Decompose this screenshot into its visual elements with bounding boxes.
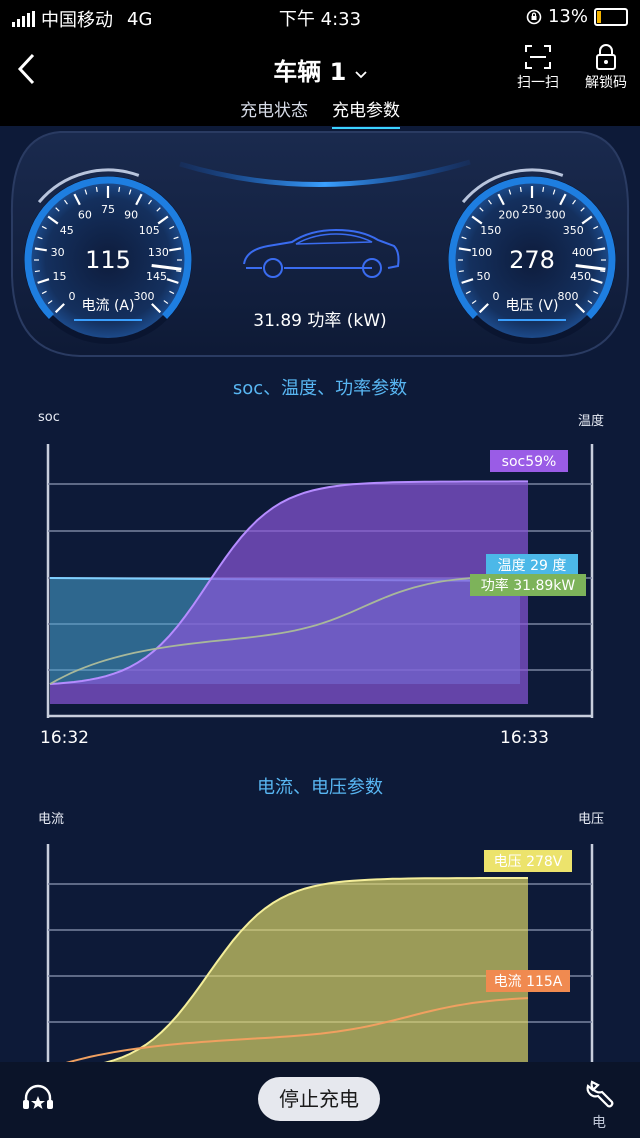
voltage-gauge-tick-label: 150 — [480, 224, 501, 237]
battery-percent: 13% — [547, 6, 588, 27]
current-gauge-tick-label: 300 — [134, 290, 155, 303]
current-gauge-tick — [176, 270, 182, 273]
current-gauge-value: 115 — [85, 246, 131, 274]
unlock-code-button[interactable]: 解锁码 — [576, 42, 636, 92]
chart1-end-time: 16:33 — [500, 728, 549, 748]
dashboard-panel: 0 15 30 45 60 75 90 105 130 145 300 115 电流 (A) 0 50 10… — [0, 126, 640, 366]
power-readout: 31.89 功率 (kW) — [253, 311, 386, 331]
tab-charging-status[interactable]: 充电状态 — [240, 96, 308, 129]
chart1-start-time: 16:32 — [40, 728, 89, 748]
chart2-plot: 电压 278V 电流 115A — [46, 844, 594, 1062]
voltage-gauge-tick-label: 250 — [522, 203, 543, 216]
status-bar: 中国移动 4G 下午 4:33 13% — [0, 0, 640, 34]
voltage-gauge-tick — [600, 270, 606, 273]
current-gauge-tick-label: 30 — [51, 246, 65, 259]
current-gauge-tick-label: 75 — [101, 203, 115, 216]
rotation-lock-icon — [526, 9, 542, 24]
voltage-gauge-tick — [519, 186, 522, 192]
page-title: 车辆 1 — [273, 58, 347, 86]
current-gauge-tick-label: 0 — [68, 290, 75, 303]
chevron-down-icon — [355, 71, 367, 79]
current-gauge-tick-label: 105 — [139, 224, 160, 237]
voltage-gauge-tick-label: 0 — [492, 290, 499, 303]
voltage-gauge-tick — [458, 270, 464, 273]
voltage-gauge-tick-label: 50 — [476, 270, 490, 283]
nav-header: 车辆 1 扫一扫 解锁码 充电状态 充电参数 — [0, 34, 640, 129]
voltage-gauge-tick-label: 350 — [563, 224, 584, 237]
scan-icon — [525, 45, 551, 69]
voltage-gauge-tick — [542, 186, 545, 192]
current-gauge-tick-label: 145 — [146, 270, 167, 283]
voltage-gauge-tick-label: 300 — [545, 209, 566, 222]
voltage-gauge-tick-label: 450 — [570, 270, 591, 283]
chart1-left-axis-label: soc — [38, 410, 60, 425]
current-gauge-tick-label: 15 — [52, 270, 66, 283]
chart1-title: soc、温度、功率参数 — [232, 378, 408, 399]
chart2-right-axis-label: 电压 — [577, 812, 604, 827]
settings-button[interactable] — [584, 1076, 618, 1114]
current-gauge-tick — [118, 186, 121, 192]
status-right: 13% — [526, 6, 628, 27]
watermark: 电 — [592, 1115, 606, 1131]
voltage-data-label: 电压 278V — [494, 854, 563, 870]
current-gauge-tick-label: 60 — [78, 209, 92, 222]
voltage-gauge-label: 电压 (V) — [506, 298, 559, 314]
tab-charging-params[interactable]: 充电参数 — [332, 96, 400, 129]
bottom-bar: 停止充电 电 — [0, 1062, 640, 1138]
current-gauge-tick-label: 45 — [60, 224, 74, 237]
stop-charging-button[interactable]: 停止充电 — [258, 1077, 380, 1121]
scan-button[interactable]: 扫一扫 — [508, 42, 568, 92]
chart2-title: 电流、电压参数 — [257, 777, 383, 798]
voltage-gauge-tick-label: 800 — [558, 290, 579, 303]
current-gauge-tick — [95, 186, 98, 192]
dashboard-svg: 015304560 75 90105130145300115电流 (A) 05010… — [10, 131, 630, 357]
chart1-plot: soc59% 温度 29 度功率 31.89kW — [46, 444, 594, 718]
chart2-left-axis-label: 电流 — [38, 812, 65, 827]
series-voltage-area — [107, 878, 528, 1062]
current-gauge-tick — [34, 270, 40, 273]
power-data-label: 功率 31.89kW — [481, 577, 576, 594]
temperature-data-label: 温度 29 度 — [498, 558, 567, 574]
scan-label: 扫一扫 — [517, 75, 559, 91]
current-gauge-tick-label: 90 — [124, 209, 138, 222]
current-gauge-tick-label: 130 — [148, 246, 169, 259]
tab-bar: 充电状态 充电参数 — [0, 96, 640, 129]
voltage-gauge-value: 278 — [509, 246, 555, 274]
voltage-gauge-tick-label: 100 — [471, 246, 492, 259]
battery-icon — [594, 7, 628, 26]
wrench-icon — [586, 1080, 614, 1108]
chart1-right-axis-label: 温度 — [577, 414, 604, 429]
soc-data-label: soc59% — [502, 454, 557, 470]
customer-service-button[interactable] — [20, 1082, 56, 1122]
current-data-label: 电流 115A — [494, 974, 563, 990]
lock-icon — [596, 44, 616, 70]
voltage-gauge-tick-label: 400 — [572, 246, 593, 259]
current-gauge-label: 电流 (A) — [82, 298, 135, 314]
unlock-label: 解锁码 — [585, 75, 627, 91]
voltage-gauge-tick-label: 200 — [498, 209, 519, 222]
headset-star-icon — [23, 1084, 53, 1109]
